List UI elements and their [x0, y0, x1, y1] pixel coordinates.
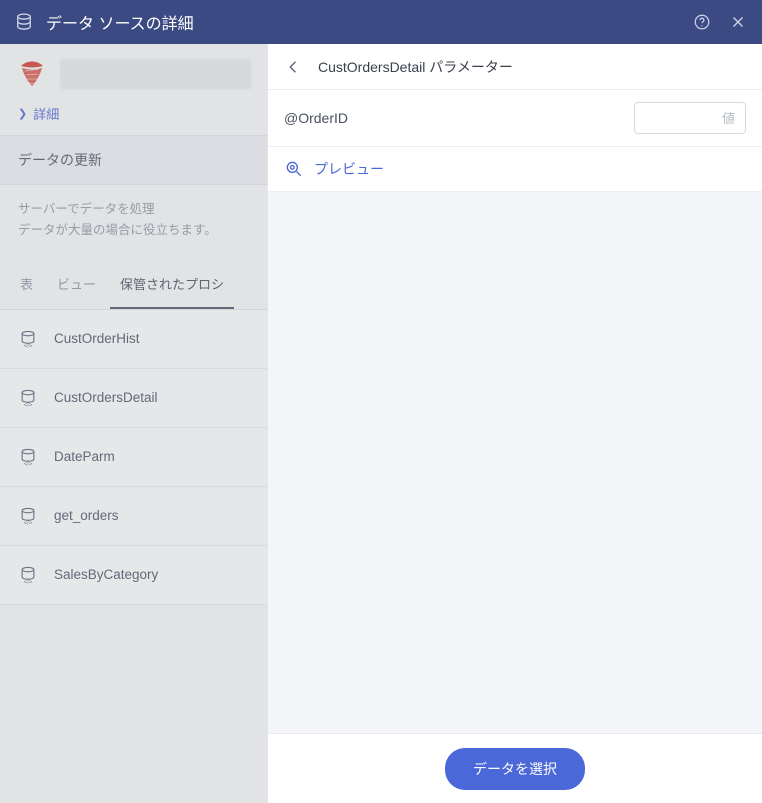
parameter-value-input[interactable] [634, 102, 746, 134]
parameter-name: @OrderID [284, 110, 624, 126]
help-icon[interactable] [692, 12, 712, 32]
tab-stored-procedures[interactable]: 保管されたプロシ [110, 260, 234, 309]
window-title: データ ソースの詳細 [46, 10, 676, 34]
list-item[interactable]: </> CustOrderHist [0, 310, 267, 369]
source-header [0, 44, 267, 98]
close-icon[interactable] [728, 12, 748, 32]
svg-text:</>: </> [24, 402, 33, 408]
back-button[interactable] [284, 57, 304, 77]
list-item[interactable]: </> get_orders [0, 487, 267, 546]
list-item-label: SalesByCategory [54, 567, 158, 582]
select-data-button[interactable]: データを選択 [445, 748, 585, 790]
svg-text:</>: </> [24, 343, 33, 349]
panel-title: CustOrdersDetail パラメーター [318, 57, 513, 77]
list-item-label: DateParm [54, 449, 115, 464]
footer-bar: データを選択 [268, 733, 762, 803]
procedure-list: </> CustOrderHist </> CustOrdersDetail [0, 310, 267, 803]
chevron-right-icon: ❯ [18, 107, 27, 120]
svg-text:</>: </> [24, 461, 33, 467]
details-link[interactable]: ❯ 詳細 [0, 98, 267, 135]
preview-label: プレビュー [314, 159, 384, 179]
list-item[interactable]: </> CustOrdersDetail [0, 369, 267, 428]
tab-tables[interactable]: 表 [10, 260, 43, 309]
stored-proc-icon: </> [18, 447, 38, 467]
refresh-section-header: データの更新 [0, 135, 267, 185]
right-pane: CustOrdersDetail パラメーター @OrderID プレビュー デ… [268, 44, 762, 803]
list-item-label: CustOrdersDetail [54, 390, 158, 405]
preview-icon [284, 159, 304, 179]
panel-header: CustOrdersDetail パラメーター [268, 44, 762, 90]
main-area: ❯ 詳細 データの更新 サーバーでデータを処理 データが大量の場合に役立ちます。… [0, 44, 762, 803]
list-item[interactable]: </> SalesByCategory [0, 546, 267, 605]
stored-proc-icon: </> [18, 506, 38, 526]
list-item[interactable]: </> DateParm [0, 428, 267, 487]
refresh-desc-line1: サーバーでデータを処理 [18, 199, 249, 220]
list-item-label: get_orders [54, 508, 119, 523]
tab-views[interactable]: ビュー [47, 260, 106, 309]
sqlserver-logo-icon [16, 58, 48, 90]
parameter-row: @OrderID [268, 90, 762, 147]
source-name-redacted [60, 59, 251, 89]
titlebar: データ ソースの詳細 [0, 0, 762, 44]
left-pane: ❯ 詳細 データの更新 サーバーでデータを処理 データが大量の場合に役立ちます。… [0, 44, 268, 803]
stored-proc-icon: </> [18, 388, 38, 408]
database-icon [14, 12, 34, 32]
stored-proc-icon: </> [18, 565, 38, 585]
svg-text:</>: </> [24, 520, 33, 526]
refresh-section-description: サーバーでデータを処理 データが大量の場合に役立ちます。 [0, 185, 267, 260]
panel-body-empty [268, 192, 762, 733]
preview-button[interactable]: プレビュー [268, 147, 762, 192]
stored-proc-icon: </> [18, 329, 38, 349]
details-link-label: 詳細 [33, 104, 59, 123]
object-type-tabs: 表 ビュー 保管されたプロシ [0, 260, 267, 310]
svg-text:</>: </> [24, 579, 33, 585]
refresh-desc-line2: データが大量の場合に役立ちます。 [18, 220, 249, 241]
list-item-label: CustOrderHist [54, 331, 140, 346]
